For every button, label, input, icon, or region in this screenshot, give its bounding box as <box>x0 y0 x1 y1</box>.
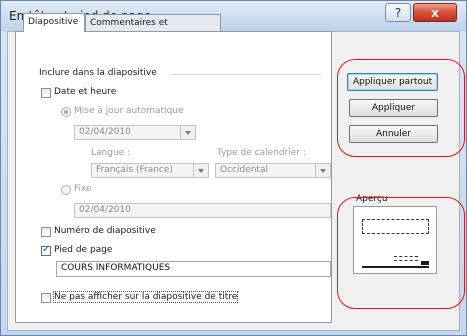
chevron-down-icon[interactable] <box>315 164 330 177</box>
date-time-label: Date et heure <box>54 87 117 97</box>
close-button[interactable]: x <box>413 3 457 22</box>
auto-update-label: Mise à jour automatique <box>74 106 184 116</box>
auto-update-date-select[interactable]: 02/04/2010 <box>74 125 196 140</box>
footer-text-value: COURS INFORMATIQUES <box>61 263 171 273</box>
language-select[interactable]: Français (France) <box>91 163 209 178</box>
dont-show-title-checkbox[interactable] <box>41 293 51 303</box>
annotation-oval-preview <box>337 197 465 309</box>
footer-checkbox[interactable] <box>41 244 51 256</box>
footer-text-input[interactable]: COURS INFORMATIQUES <box>56 261 331 277</box>
language-value: Français (France) <box>96 165 173 175</box>
include-group-label: Inclure dans la diapositive <box>39 68 157 78</box>
tab-diapositive[interactable]: Diapositive <box>23 13 85 32</box>
group-divider <box>171 74 321 75</box>
auto-update-date-value: 02/04/2010 <box>79 127 131 137</box>
help-button[interactable]: ? <box>385 3 411 22</box>
fixed-label: Fixe <box>74 184 92 194</box>
dialog-window: En-tête et pied de page ? x Diapositive … <box>0 0 467 336</box>
annotation-oval-buttons <box>337 59 465 157</box>
tab-commentaires-documents[interactable]: Commentaires et documents <box>85 14 221 45</box>
footer-label: Pied de page <box>54 245 113 255</box>
fixed-radio[interactable] <box>61 185 71 195</box>
auto-update-radio[interactable] <box>61 107 71 117</box>
chevron-down-icon[interactable] <box>180 126 195 139</box>
date-time-checkbox[interactable] <box>41 88 51 98</box>
slide-number-label: Numéro de diapositive <box>54 226 156 236</box>
language-label: Langue : <box>91 148 131 158</box>
calendar-select[interactable]: Occidental <box>215 163 331 178</box>
fixed-date-field[interactable]: 02/04/2010 <box>74 203 331 218</box>
slide-number-checkbox[interactable] <box>41 227 51 237</box>
chevron-down-icon[interactable] <box>193 164 208 177</box>
fixed-date-value: 02/04/2010 <box>79 205 131 215</box>
dont-show-title-label: Ne pas afficher sur la diapositive de ti… <box>52 291 239 303</box>
calendar-label: Type de calendrier : <box>217 148 306 158</box>
calendar-value: Occidental <box>220 165 268 175</box>
